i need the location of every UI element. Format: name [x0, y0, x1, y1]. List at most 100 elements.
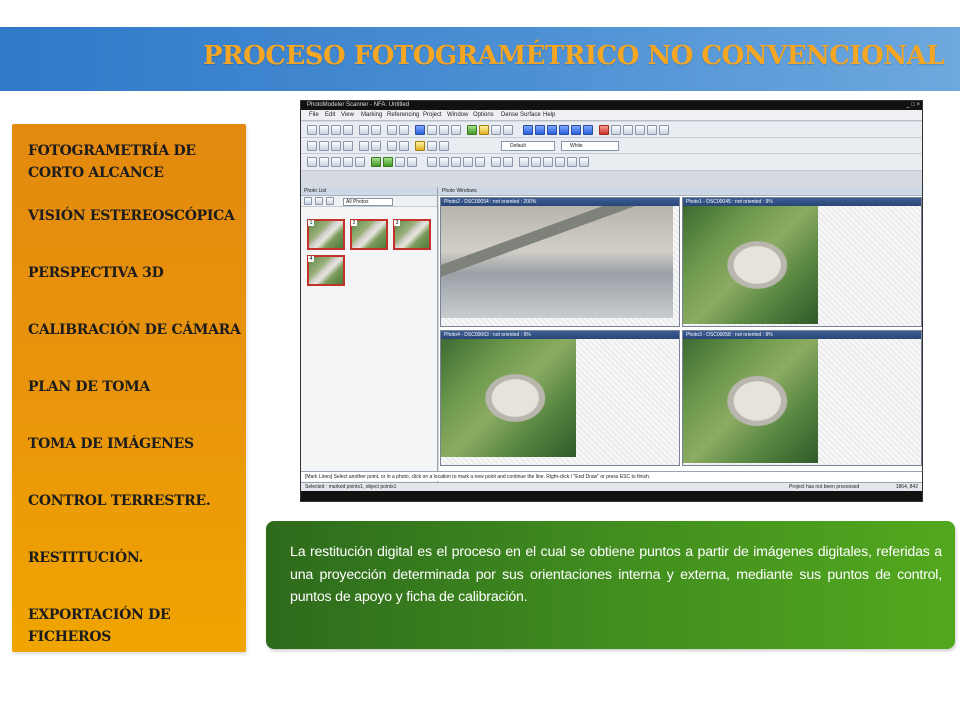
select-icon[interactable]: [415, 125, 425, 135]
redo-icon[interactable]: [371, 125, 381, 135]
photo-pane[interactable]: Photo3 - DSC00058 : not oriented : 9%: [682, 330, 922, 466]
aerial-photo[interactable]: [683, 206, 818, 324]
thumbnail-number: 4: [308, 256, 314, 262]
view-icon[interactable]: [326, 197, 334, 205]
photo-pane-title: Photo2 - DSC00054 : not oriented : 200%: [441, 198, 679, 206]
menu-help[interactable]: Help: [543, 112, 555, 118]
photo-thumbnail[interactable]: 2: [350, 219, 388, 250]
photo-pane-title: Photo4 - DSC00063 : not oriented : 9%: [441, 331, 679, 339]
menu-dense-surface[interactable]: Dense Surface: [501, 112, 541, 118]
pyramid-icon[interactable]: [559, 125, 569, 135]
image-icon[interactable]: [491, 157, 501, 167]
menu-view[interactable]: View: [341, 112, 354, 118]
layout-icon[interactable]: [343, 141, 353, 151]
photo-windows-panel: Photo Windows Photo2 - DSC00054 : not or…: [439, 187, 922, 483]
rotate-icon[interactable]: [535, 125, 545, 135]
sort-icon[interactable]: [315, 197, 323, 205]
info-icon[interactable]: [659, 125, 669, 135]
menu-edit[interactable]: Edit: [325, 112, 335, 118]
photo-thumbnail[interactable]: 3: [393, 219, 431, 250]
menu-bar: File Edit View Marking Referencing Proje…: [301, 110, 922, 121]
surface-icon[interactable]: [503, 125, 513, 135]
menu-marking[interactable]: Marking: [361, 112, 382, 118]
paste-icon[interactable]: [531, 157, 541, 167]
topic-item: PERSPECTIVA 3D: [28, 265, 164, 281]
columns-icon[interactable]: [331, 157, 341, 167]
color-select[interactable]: White: [561, 141, 619, 151]
cube-icon[interactable]: [547, 125, 557, 135]
plant-icon[interactable]: [383, 157, 393, 167]
highlight-icon[interactable]: [415, 141, 425, 151]
unlink-icon[interactable]: [555, 157, 565, 167]
diamond-icon[interactable]: [567, 157, 577, 167]
photo-pane[interactable]: Photo2 - DSC00054 : not oriented : 200%: [440, 197, 680, 327]
triangle-icon[interactable]: [463, 157, 473, 167]
circle-icon[interactable]: [451, 157, 461, 167]
camera-icon[interactable]: [571, 125, 581, 135]
menu-options[interactable]: Options: [473, 112, 494, 118]
display-mode-select[interactable]: Default: [501, 141, 555, 151]
aerial-photo[interactable]: [683, 339, 818, 463]
table-icon[interactable]: [491, 125, 501, 135]
new-icon[interactable]: [307, 125, 317, 135]
zoom-icon[interactable]: [387, 125, 397, 135]
tools-icon[interactable]: [371, 157, 381, 167]
photo-pane[interactable]: Photo4 - DSC00063 : not oriented : 9%: [440, 330, 680, 466]
arrow-icon[interactable]: [579, 157, 589, 167]
search-icon[interactable]: [427, 141, 437, 151]
measure-icon[interactable]: [611, 125, 621, 135]
export-icon[interactable]: [635, 125, 645, 135]
photo-pane-title: Photo3 - DSC00058 : not oriented : 9%: [683, 331, 921, 339]
texture-icon[interactable]: [623, 125, 633, 135]
mark-point-icon[interactable]: [427, 125, 437, 135]
point-icon[interactable]: [427, 157, 437, 167]
zoom-out-icon[interactable]: [399, 141, 409, 151]
mark-curve-icon[interactable]: [451, 125, 461, 135]
settings-icon[interactable]: [647, 125, 657, 135]
axis-icon[interactable]: [583, 125, 593, 135]
photo-thumbnail[interactable]: 4: [307, 255, 345, 286]
drop-icon[interactable]: [407, 157, 417, 167]
table-view-icon[interactable]: [439, 141, 449, 151]
grid-icon[interactable]: [331, 141, 341, 151]
link-icon[interactable]: [543, 157, 553, 167]
flag-icon[interactable]: [475, 157, 485, 167]
app-title-bar: PhotoModeler Scanner - NFA: Untitled _ □…: [301, 101, 922, 110]
save-icon[interactable]: [331, 125, 341, 135]
undo-icon[interactable]: [359, 125, 369, 135]
photo-icon[interactable]: [307, 141, 317, 151]
photo-list-icon[interactable]: [319, 141, 329, 151]
photo-thumbnail[interactable]: 1: [307, 219, 345, 250]
split-icon[interactable]: [319, 157, 329, 167]
reference-icon[interactable]: [467, 125, 477, 135]
open-icon[interactable]: [319, 125, 329, 135]
brush-icon[interactable]: [395, 157, 405, 167]
zoom-in-icon[interactable]: [387, 141, 397, 151]
window-controls[interactable]: _ □ ×: [906, 102, 920, 108]
copy-icon[interactable]: [519, 157, 529, 167]
print-icon[interactable]: [343, 125, 353, 135]
target-icon[interactable]: [439, 157, 449, 167]
topic-item: VISIÓN ESTEREOSCÓPICA: [28, 208, 235, 224]
photo-filter-select[interactable]: All Photos: [343, 198, 393, 206]
window-icon[interactable]: [307, 157, 317, 167]
table-grid-icon[interactable]: [355, 157, 365, 167]
roof-photo[interactable]: [441, 206, 673, 318]
description-box: La restitución digital es el proceso en …: [266, 521, 955, 649]
menu-window[interactable]: Window: [447, 112, 468, 118]
mark-line-icon[interactable]: [439, 125, 449, 135]
photo-pane[interactable]: Photo1 - DSC00045 : not oriented : 9%: [682, 197, 922, 327]
tile-icon[interactable]: [359, 141, 369, 151]
process-icon[interactable]: [479, 125, 489, 135]
3d-view-icon[interactable]: [523, 125, 533, 135]
menu-referencing[interactable]: Referencing: [387, 112, 419, 118]
eraser-icon[interactable]: [503, 157, 513, 167]
filter-icon[interactable]: [304, 197, 312, 205]
menu-file[interactable]: File: [309, 112, 319, 118]
pan-icon[interactable]: [399, 125, 409, 135]
delete-icon[interactable]: [599, 125, 609, 135]
aerial-photo[interactable]: [441, 339, 576, 457]
menu-project[interactable]: Project: [423, 112, 442, 118]
rows-icon[interactable]: [343, 157, 353, 167]
cascade-icon[interactable]: [371, 141, 381, 151]
